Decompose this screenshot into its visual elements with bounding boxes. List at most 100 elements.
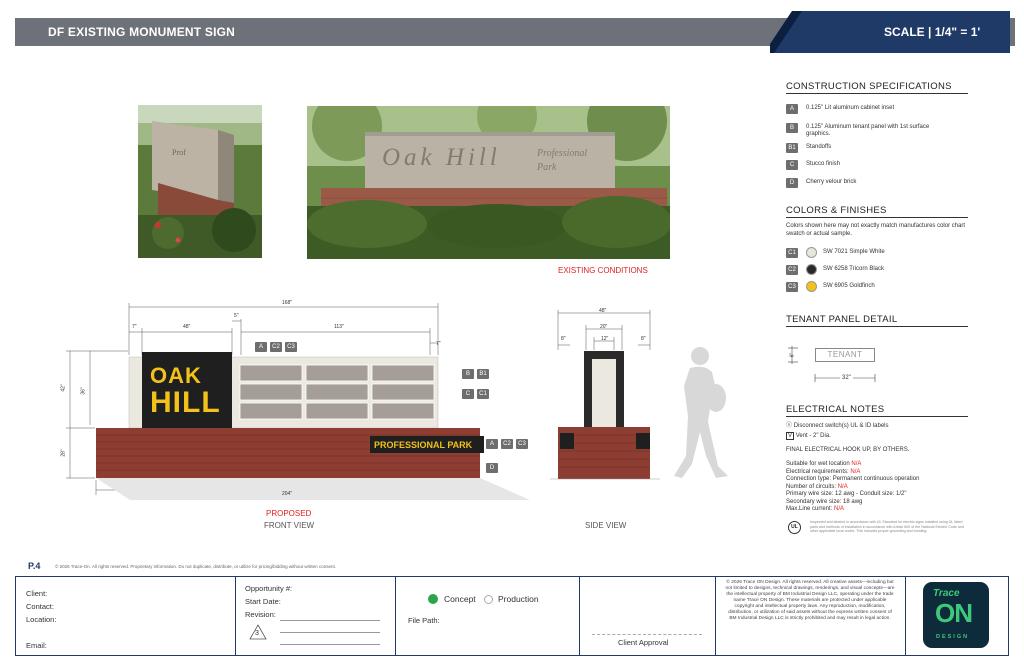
location-label: Location: [26, 615, 57, 624]
tenant-panel-dims [788, 346, 876, 382]
file-path-label: File Path: [408, 616, 440, 625]
circuits-value: N/A [837, 483, 848, 490]
callout-tag: C2 [501, 439, 513, 449]
color-swatch [806, 264, 817, 275]
concept-label: Concept [444, 594, 476, 604]
callout-bottom: D [486, 463, 498, 473]
existing-conditions-caption: EXISTING CONDITIONS [558, 266, 648, 275]
revision-line-3 [280, 644, 380, 645]
color-name: SW 6905 Goldfinch [823, 283, 875, 289]
vent-text: Vent - 2" Dia. [795, 433, 831, 439]
color-item: C1 SW 7021 Simple White [786, 247, 885, 258]
callout-tag: D [486, 463, 498, 473]
color-item: C3 SW 6905 Goldfinch [786, 281, 875, 292]
colors-note: Colors shown here may not exactly match … [786, 223, 966, 237]
proposed-label: PROPOSED [266, 509, 312, 518]
req-label: Electrical requirements: [786, 468, 849, 475]
start-date-label: Start Date: [245, 597, 281, 606]
opportunity-label: Opportunity #: [245, 584, 293, 593]
spec-item: B 0.125" Aluminum tenant panel with 1st … [786, 123, 936, 138]
existing-photo-side: Prof [138, 105, 262, 258]
max-label: Max.Line current: [786, 506, 833, 512]
callout-tag: A [255, 342, 267, 352]
side-dim-center: 12" [601, 336, 609, 342]
legal-text: © 2026 Trace ON Design. All rights reser… [725, 580, 895, 621]
electrical-secondary: Secondary wire size: 18 awg [786, 498, 863, 505]
email-label: Email: [26, 641, 47, 650]
spec-tag: B1 [786, 143, 798, 153]
spec-text: 0.125" Aluminum tenant panel with 1st su… [806, 124, 930, 137]
circuits-label: Number of circuits: [786, 483, 837, 490]
electrical-circuits: Number of circuits: N/A [786, 484, 848, 492]
callout-tag: C3 [285, 342, 297, 352]
concept-radio[interactable] [428, 594, 438, 604]
spec-item: D Cherry velour brick [786, 178, 856, 188]
revision-label: Revision: [245, 610, 276, 619]
production-radio[interactable] [484, 595, 493, 604]
electrical-req: Electrical requirements: N/A [786, 469, 860, 477]
existing-sign-text: Oak Hill [382, 144, 501, 171]
electrical-max: Max.Line current: N/A [786, 506, 844, 514]
electrical-hookup: FINAL ELECTRICAL HOOK UP, BY OTHERS. [786, 447, 910, 453]
client-label: Client: [26, 589, 48, 598]
tenant-width-dim: 32" [840, 375, 853, 381]
contact-label: Contact: [26, 602, 54, 611]
color-name: SW 7021 Simple White [823, 249, 885, 255]
section-divider [786, 217, 968, 218]
color-tag: C1 [786, 248, 798, 258]
trace-on-logo: Trace ON DESIGN [923, 582, 989, 648]
wet-label: Suitable for wet location [786, 461, 850, 467]
spec-item: A 0.125" Lit aluminum cabinet inset [786, 104, 894, 114]
spec-text: Stucco finish [806, 161, 841, 167]
color-item: C2 SW 6258 Tricorn Black [786, 264, 884, 275]
callout-tag: C2 [270, 342, 282, 352]
base-sign-text: PROFESSIONAL PARK [374, 440, 473, 450]
dim-right-margin: 7" [436, 341, 441, 347]
callout-tag: B [462, 369, 474, 379]
logo-word-on: ON [935, 598, 973, 628]
spec-text: 0.125" Lit aluminum cabinet inset [806, 105, 895, 111]
dim-cabinet-height: 36" [80, 387, 87, 395]
ul-listed-icon: UL [788, 521, 801, 534]
callout-top: A C2 C3 [255, 342, 297, 352]
page-title: DF EXISTING MONUMENT SIGN [48, 25, 236, 39]
req-value: N/A [850, 468, 861, 475]
colors-title: COLORS & FINISHES [786, 205, 887, 216]
wet-value: N/A [851, 461, 862, 467]
human-scale-figure [674, 347, 728, 478]
electrical-primary: Primary wire size: 12 awg - Conduit size… [786, 491, 907, 497]
construction-specs-title: CONSTRUCTION SPECIFICATIONS [786, 81, 952, 92]
color-swatch [806, 281, 817, 292]
side-dim-overall: 48" [599, 308, 607, 314]
ul-fine-print: Inspected and labeled in accordance with… [810, 520, 964, 533]
callout-tag: C [462, 389, 474, 399]
dim-panel-width: 113" [334, 324, 344, 330]
dim-overall-width: 168" [282, 300, 293, 306]
dim-base-width: 204" [282, 491, 293, 497]
revision-line-1 [280, 620, 380, 621]
spec-tag: D [786, 178, 798, 188]
dim-total-height: 42" [60, 384, 67, 392]
side-dim-inner: 20" [600, 324, 608, 330]
tenant-panel-title: TENANT PANEL DETAIL [786, 314, 898, 325]
section-divider [786, 326, 968, 327]
spec-tag: B [786, 123, 798, 133]
scale-label: SCALE | 1/4" = 1' [884, 25, 981, 39]
section-divider [786, 93, 968, 94]
vent-icon: V [786, 432, 795, 440]
dim-base-height: 28" [60, 449, 67, 457]
spec-text: Standoffs [806, 144, 832, 150]
callout-base: A C2 C3 [486, 439, 528, 449]
color-swatch [806, 247, 817, 258]
revision-number: 3 [255, 630, 259, 637]
tenant-height-dim: 6" [789, 352, 796, 358]
side-dim-right: 8" [641, 336, 646, 342]
front-view-drawing [66, 303, 530, 500]
electrical-wet: Suitable for wet location N/A [786, 461, 861, 469]
side-dim-left: 8" [561, 336, 566, 342]
spec-item: B1 Standoffs [786, 143, 831, 153]
existing-sign-subtext-1: Professional [537, 148, 588, 159]
approval-signature-line [592, 634, 702, 635]
copyright-line: © 2026 Trace-On. All rights reserved. Pr… [55, 564, 336, 569]
spec-item: C Stucco finish [786, 160, 840, 170]
